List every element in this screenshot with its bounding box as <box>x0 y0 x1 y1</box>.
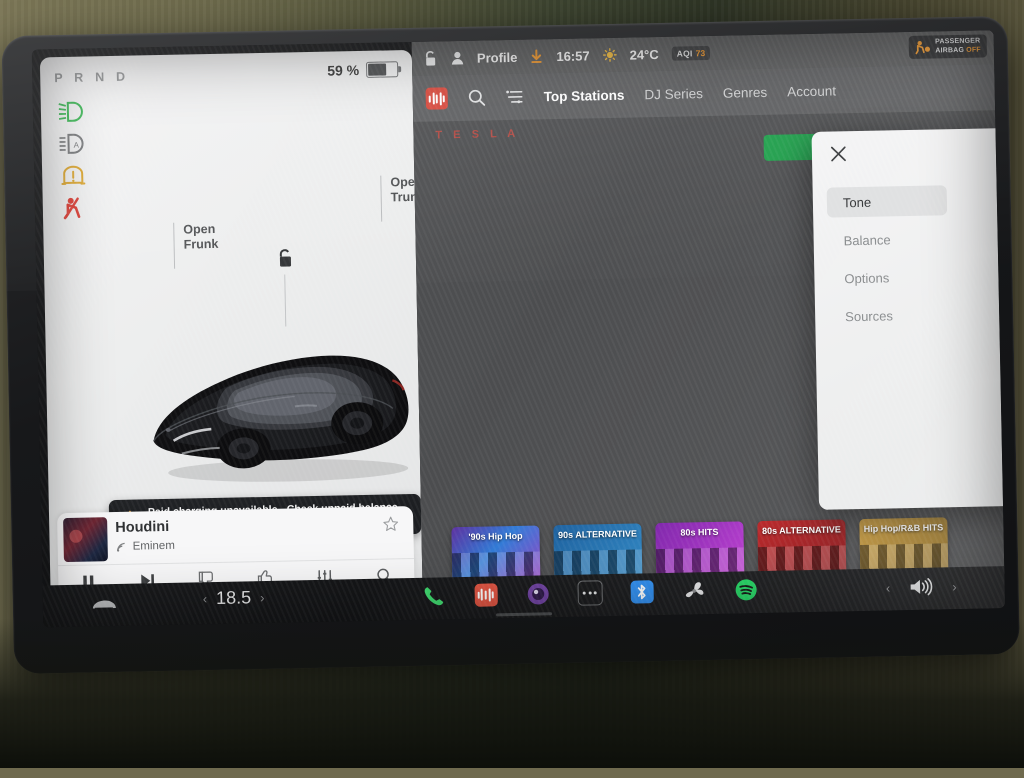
seatbelt-reminder-icon <box>63 197 81 220</box>
media-app: Profile 16:57 24°C AQI 73 PASSENGER AIRB… <box>411 30 1005 586</box>
foreground-shadow <box>0 618 1024 768</box>
station-title: '90s Hip Hop <box>468 530 523 542</box>
tunein-icon[interactable] <box>472 581 499 608</box>
tab-genres[interactable]: Genres <box>723 84 768 100</box>
aqi-value: 73 <box>695 48 706 59</box>
tire-pressure-warning-icon <box>61 165 86 185</box>
spotify-icon[interactable] <box>732 576 759 603</box>
airbag-line1: PASSENGER <box>935 37 981 46</box>
low-beam-headlight-icon <box>58 101 83 122</box>
home-indicator <box>496 612 553 617</box>
auto-high-beam-icon: A <box>59 133 84 154</box>
nav-item-tone[interactable]: Tone <box>826 185 948 218</box>
open-frunk-line1: Open <box>183 221 216 237</box>
station-title: 90s ALTERNATIVE <box>557 528 638 541</box>
volume-down-icon[interactable]: ‹ <box>886 580 891 595</box>
nav-item-balance[interactable]: Balance <box>827 223 948 255</box>
broadcast-icon <box>117 542 125 552</box>
speaker-icon[interactable] <box>908 577 934 598</box>
sun-icon <box>602 48 617 62</box>
album-art[interactable] <box>63 517 108 563</box>
unlock-padlock-icon[interactable] <box>276 248 294 268</box>
frunk-leader-line <box>284 274 287 327</box>
close-icon[interactable] <box>830 145 847 162</box>
svg-text:A: A <box>74 141 80 150</box>
profile-avatar-icon[interactable] <box>451 51 464 65</box>
battery-icon <box>365 61 399 78</box>
climate-fan-icon[interactable] <box>680 577 707 604</box>
battery-percent-label: 59 % <box>327 62 360 79</box>
volume-up-icon[interactable]: › <box>952 579 957 594</box>
screen-bezel: P R N D 59 % A Open Frunk Open Trunk Hou… <box>1 15 1021 675</box>
passenger-airbag-indicator: PASSENGER AIRBAG OFF <box>908 34 988 59</box>
dashcam-icon[interactable] <box>524 580 551 607</box>
station-title: Hip Hop/R&B HITS <box>863 522 944 534</box>
search-icon[interactable] <box>468 88 486 106</box>
clock-label: 16:57 <box>556 47 590 64</box>
download-arrow-icon[interactable] <box>530 49 543 64</box>
profile-label[interactable]: Profile <box>477 49 518 65</box>
airbag-state: OFF <box>966 46 981 54</box>
nav-item-sources[interactable]: Sources <box>829 299 950 331</box>
eq-band-bass[interactable]: 8.0 BASS <box>982 167 1005 482</box>
open-frunk-callout[interactable]: Open Frunk <box>173 221 219 269</box>
tesla-wordmark: T E S L A <box>435 127 520 142</box>
more-apps-icon[interactable] <box>576 579 603 606</box>
airbag-line2: AIRBAG <box>935 46 965 54</box>
chevron-right-icon[interactable]: › <box>260 590 265 605</box>
favorite-star-icon[interactable] <box>382 515 399 532</box>
battery-status[interactable]: 59 % <box>327 61 399 79</box>
car-side-icon[interactable] <box>91 595 117 614</box>
station-title: 80s HITS <box>680 526 719 538</box>
audio-settings-nav: Tone Balance Options Sources <box>826 185 950 339</box>
tab-top-stations[interactable]: Top Stations <box>544 87 625 104</box>
dock-apps <box>420 576 758 609</box>
unlocked-padlock-icon[interactable] <box>423 50 438 67</box>
tab-account[interactable]: Account <box>787 83 836 99</box>
tone-equalizer: dB 8.0 BASS 5.0 4.5 <box>982 161 1005 484</box>
audio-settings-modal: Audio Settings Tone Balance Options Sour… <box>811 121 1005 510</box>
track-title: Houdini <box>115 518 170 536</box>
vehicle-illustration[interactable] <box>133 318 423 489</box>
aqi-label: AQI <box>676 48 693 59</box>
tunein-logo-icon[interactable] <box>425 87 448 110</box>
airbag-seat-icon <box>915 40 931 55</box>
artist-name: Eminem <box>132 539 175 553</box>
station-title: 80s ALTERNATIVE <box>761 524 841 537</box>
eq-value: 8.0 <box>982 167 1005 180</box>
bluetooth-icon[interactable] <box>628 578 655 605</box>
volume-control[interactable]: ‹ › <box>886 576 957 597</box>
aqi-badge[interactable]: AQI 73 <box>671 45 711 61</box>
climate-control[interactable]: ‹ 18.5 › <box>203 587 265 609</box>
tab-dj-series[interactable]: DJ Series <box>644 86 703 102</box>
chevron-left-icon[interactable]: ‹ <box>203 591 208 606</box>
tesla-touchscreen: P R N D 59 % A Open Frunk Open Trunk Hou… <box>31 30 1006 628</box>
gear-indicator: P R N D <box>54 69 130 86</box>
temperature-label: 24°C <box>629 46 659 63</box>
eq-band-label: BASS <box>1001 469 1005 483</box>
phone-icon[interactable] <box>420 582 447 609</box>
car-status-panel: P R N D 59 % A Open Frunk Open Trunk Hou… <box>39 49 423 606</box>
climate-temperature: 18.5 <box>215 587 252 608</box>
nav-item-options[interactable]: Options <box>828 261 949 293</box>
playlist-icon[interactable] <box>506 89 524 105</box>
open-frunk-line2: Frunk <box>183 236 219 252</box>
